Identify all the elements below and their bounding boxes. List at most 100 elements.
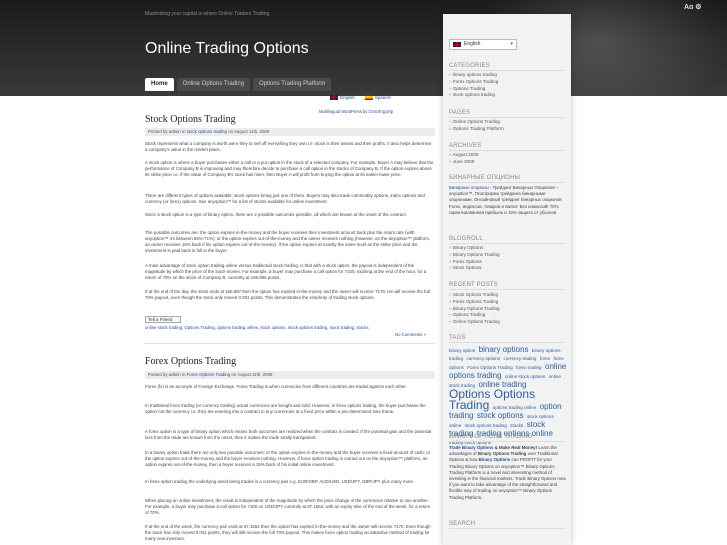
blogroll-heading: Blogroll [449, 236, 565, 244]
comments-link[interactable]: No Comments » [395, 332, 426, 337]
meta-in: in [181, 372, 186, 377]
binary-ru-link[interactable]: Бинарные опционы [449, 185, 489, 190]
sidebar-item-blogroll[interactable]: Binary Options [449, 245, 567, 252]
post-paragraph: Stock represents what a company is worth… [145, 141, 432, 153]
lang-english-link[interactable]: English [330, 95, 355, 101]
meta-prefix: Posted by [148, 129, 168, 134]
post-tags[interactable]: online stock trading, Options Trading, o… [145, 325, 435, 330]
sidebar-item-archive[interactable]: June 2009 [449, 159, 567, 166]
sidebar-item-category[interactable]: stock options trading [449, 92, 567, 99]
post-paragraph: If at the end of the day, the stock ends… [145, 289, 430, 301]
post-paragraph: In forex option trading the underlying a… [145, 479, 415, 484]
post-meta: Posted by admin in stock options trading… [145, 128, 435, 136]
bot-text-3: can PROFIT for you! Trading Binary Optio… [449, 457, 567, 500]
post-paragraph: A main advantage of stock option trading… [145, 263, 427, 281]
bot-bold-2: Binary Options Trading [477, 451, 527, 457]
tag-link[interactable]: options trading online [493, 405, 537, 410]
pages-list: Online Options Trading Options Trading P… [449, 119, 567, 133]
blogroll-list: Binary Options Binary Options Trading Fo… [449, 245, 567, 272]
sidebar-item-page[interactable]: Online Options Trading [449, 119, 567, 126]
language-flags: English Spanish [330, 95, 392, 101]
sidebar-item-category[interactable]: Forex Options Trading [449, 79, 567, 86]
author-link[interactable]: admin [169, 372, 181, 377]
sidebar-item-archive[interactable]: August 2009 [449, 152, 567, 159]
meta-date: on August 11th, 2009 [231, 372, 273, 377]
post-paragraph: The possible outcomes are: the option ex… [145, 230, 431, 254]
site-header: Maximizing your capital is where Online … [0, 0, 727, 96]
chevron-down-icon: ▾ [510, 41, 513, 47]
binary-options-link[interactable]: Binary Options [479, 457, 510, 462]
language-selected: English [464, 41, 481, 47]
sidebar-item-recent[interactable]: Online Options Trading [449, 319, 567, 326]
main-nav: Home Online Options Trading Options Trad… [145, 78, 332, 91]
uk-flag-icon [330, 95, 338, 101]
post-title[interactable]: Stock Options Trading [145, 114, 236, 125]
spain-flag-icon [364, 95, 373, 101]
multilingual-credit-link[interactable]: Multilingual WordPress by Clonzfrig.php [319, 109, 393, 114]
sidebar-item-category[interactable]: Options Trading [449, 86, 567, 93]
tag-link[interactable]: currency trading [504, 356, 537, 361]
meta-date: on August 11th, 2009 [228, 129, 270, 134]
sidebar-item-recent[interactable]: Binary Options Trading [449, 306, 567, 313]
uk-flag-icon [453, 42, 461, 47]
recent-posts-heading: Recent Posts [449, 282, 565, 290]
lang-spanish-label: Spanish [374, 95, 392, 100]
binary-ru-text: Бинарные опционы - Трейдинг Бинарных Опц… [449, 185, 567, 216]
tags-heading: Tags [449, 335, 565, 343]
post-paragraph: There are different types of options ava… [145, 193, 425, 205]
tell-a-friend-button[interactable]: Tell a Friend [145, 316, 181, 323]
author-link[interactable]: admin [169, 129, 181, 134]
tab-home[interactable]: Home [145, 78, 174, 91]
post-meta: Posted by admin in Forex Options Trading… [145, 371, 435, 379]
archives-heading: Archives [449, 143, 565, 151]
meta-in: in [181, 129, 186, 134]
sidebar-item-recent[interactable]: Stock Options Trading [449, 292, 567, 299]
meta-prefix: Posted by [148, 372, 168, 377]
site-title[interactable]: Online Trading Options [145, 40, 309, 58]
post-separator [145, 343, 435, 344]
tag-link[interactable]: binary option [449, 348, 475, 353]
tag-link[interactable]: forex trading [516, 365, 542, 370]
archives-list: August 2009 June 2009 [449, 152, 567, 166]
post-paragraph: Since a stock option is a type of binary… [145, 212, 407, 217]
sidebar-item-blogroll[interactable]: Binary Options Trading [449, 252, 567, 259]
sidebar-item-blogroll[interactable]: Forex Options [449, 259, 567, 266]
site-tagline: Maximizing your capital is where Online … [145, 11, 270, 17]
sidebar-item-recent[interactable]: Options Trading [449, 312, 567, 319]
sidebar-item-page[interactable]: Options Trading Platform [449, 126, 567, 133]
recent-posts-list: Stock Options Trading Forex Options Trad… [449, 292, 567, 326]
pages-heading: Pages [449, 110, 565, 118]
bot-bold-1: & Make Real Money! [493, 445, 538, 450]
tag-link[interactable]: currency options [466, 356, 500, 361]
font-size-tools-icon[interactable]: Aɑ ⚙ [684, 3, 702, 11]
trade-binary-options-link[interactable]: Trade Binary Options [449, 445, 493, 450]
tab-online-options-trading[interactable]: Online Options Trading [176, 78, 251, 91]
lang-english-label: English [340, 95, 355, 100]
post-paragraph: A stock option is where a buyer purchase… [145, 160, 434, 178]
binary-ru-heading: Бинарные опционы [449, 175, 565, 183]
lang-spanish-link[interactable]: Spanish [364, 95, 392, 101]
search-heading: Search [449, 521, 565, 529]
tag-link[interactable]: stock options trading [465, 423, 507, 428]
category-link[interactable]: Forex Options Trading [187, 372, 230, 377]
post-paragraph: If at the end of the week, the currency … [145, 524, 431, 542]
tag-link[interactable]: Forex Options Trading [467, 365, 512, 370]
tag-link[interactable]: stocks [510, 423, 523, 428]
category-link[interactable]: stock options trading [187, 129, 227, 134]
post-paragraph: A forex option is a type of binary optio… [145, 429, 432, 441]
sidebar-item-recent[interactable]: Forex Options Trading [449, 299, 567, 306]
tag-link[interactable]: binary options [479, 345, 529, 354]
binary-options-trading-heading: Binary Options Trading [449, 434, 565, 442]
tag-link[interactable]: online stock options [505, 374, 545, 379]
sidebar-item-category[interactable]: binary options trading [449, 72, 567, 79]
post-paragraph: Forex (fx) is an acronym of Foreign Exch… [145, 384, 407, 389]
binary-options-trading-text: Trade Binary Options & Make Real Money! … [449, 445, 567, 501]
tag-link[interactable]: stock options [477, 411, 524, 420]
tab-options-trading-platform[interactable]: Options Trading Platform [253, 78, 332, 91]
tag-link[interactable]: forex [540, 356, 550, 361]
post-paragraph: When placing an online investment, the r… [145, 498, 431, 516]
post-title[interactable]: Forex Options Trading [145, 356, 236, 367]
post-paragraph: In traditional forex trading (or currenc… [145, 403, 426, 415]
language-select[interactable]: English ▾ [449, 39, 517, 50]
sidebar-item-blogroll[interactable]: Stock Options [449, 265, 567, 272]
